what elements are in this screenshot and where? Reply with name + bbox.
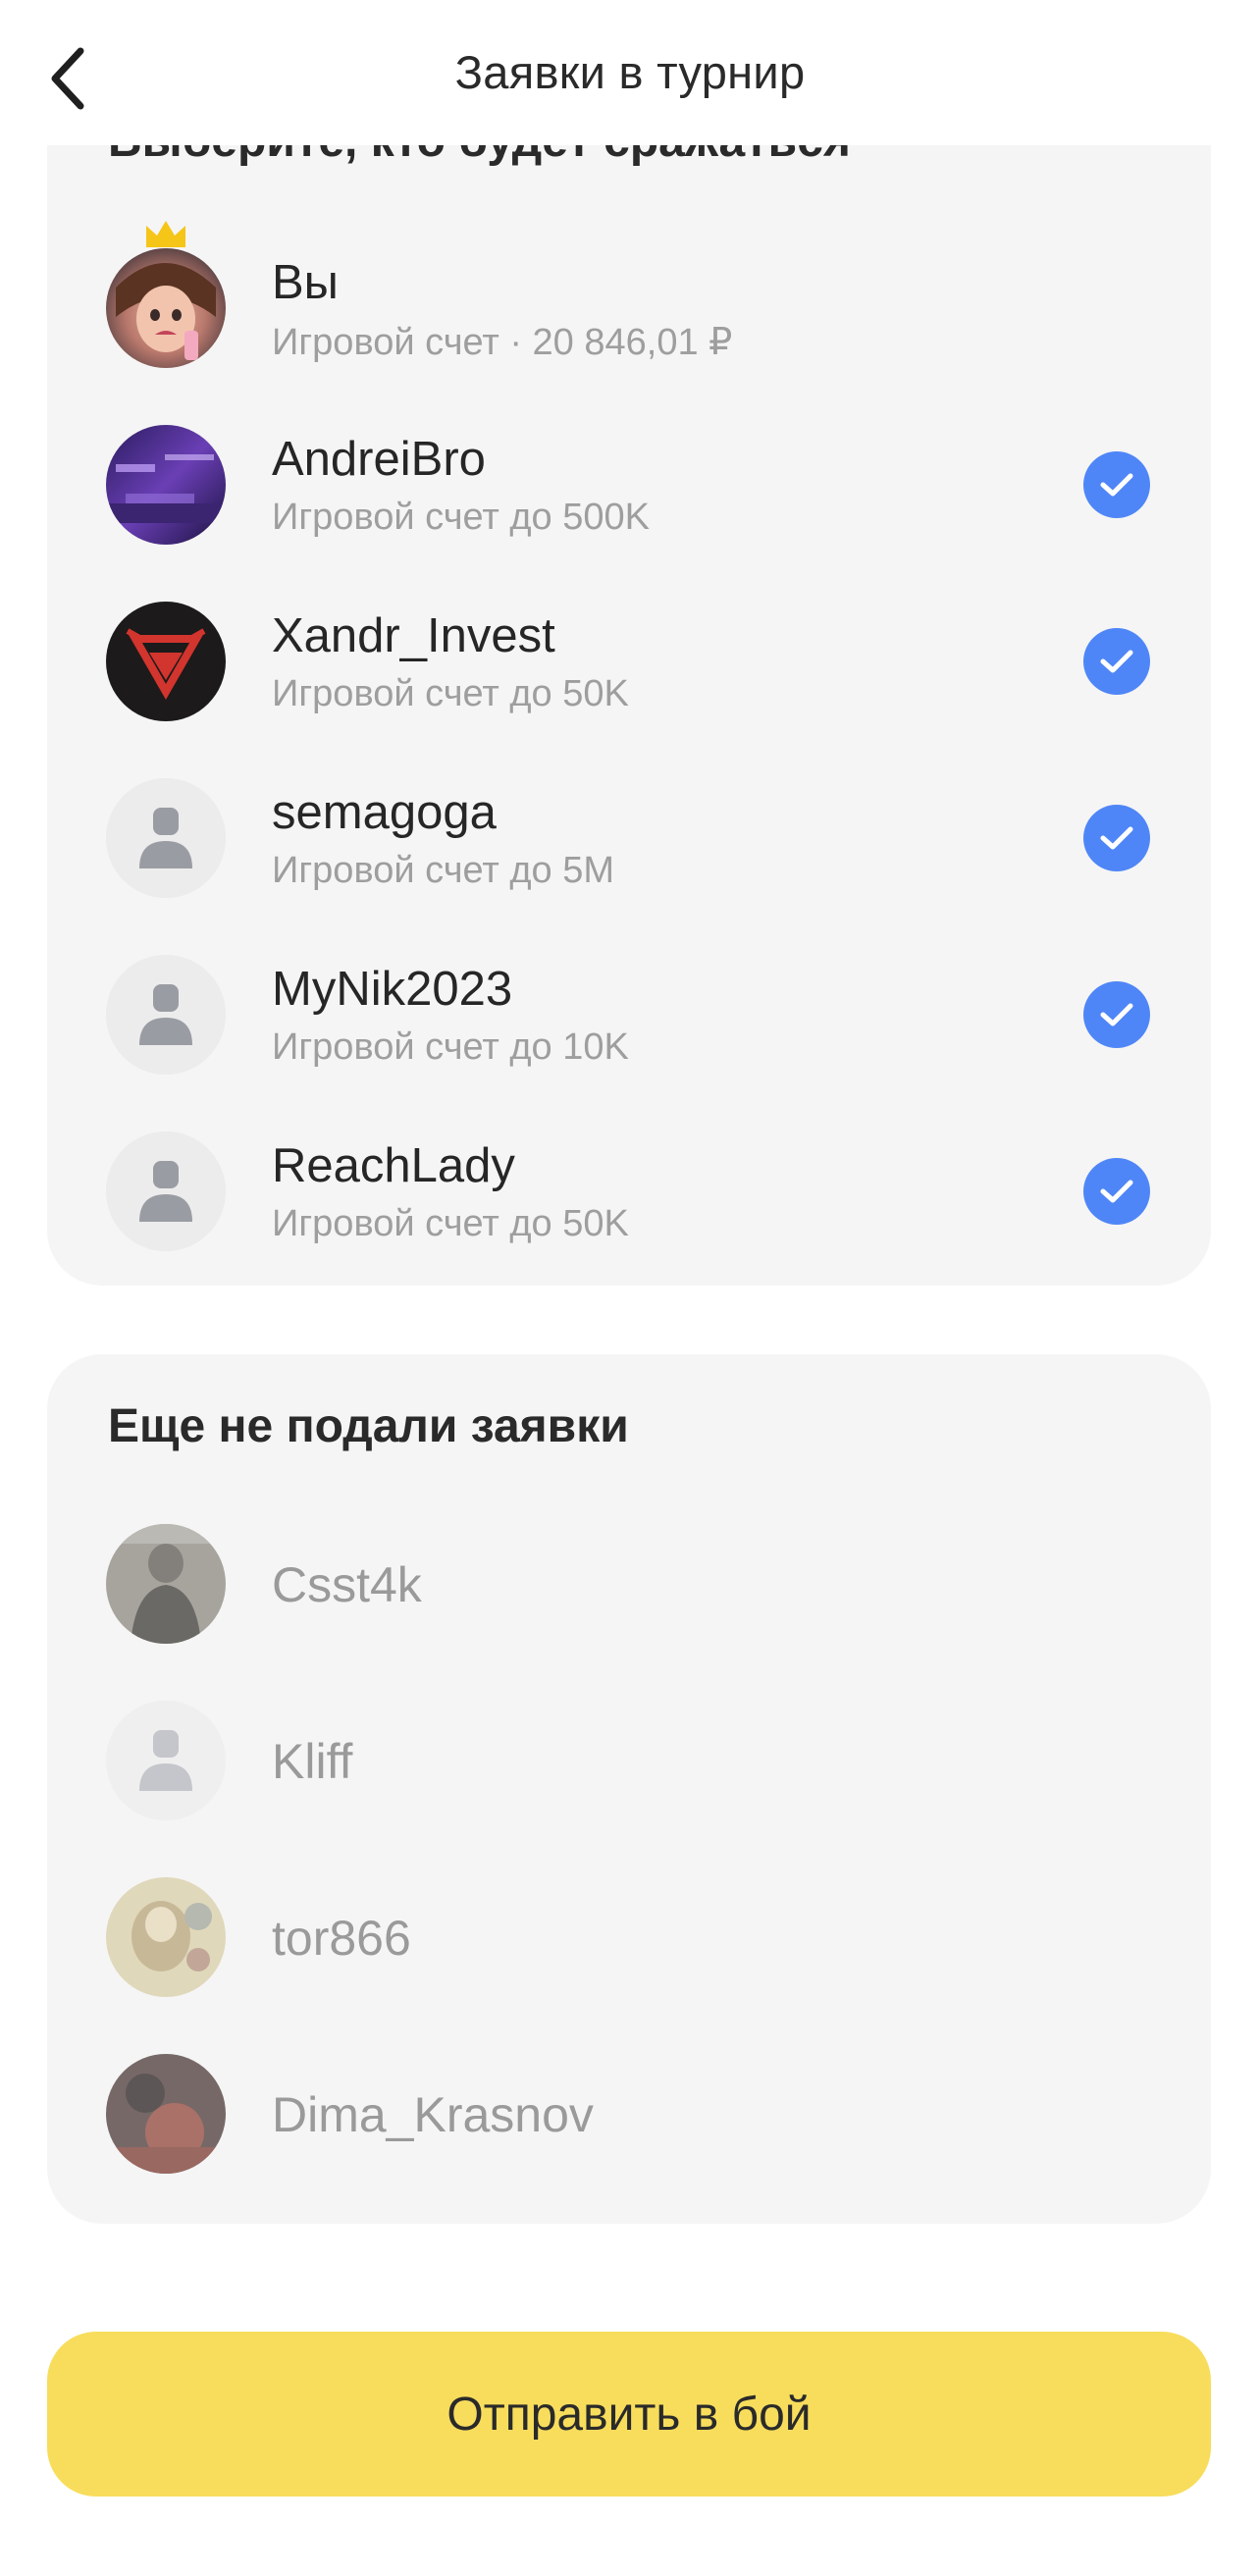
user-placeholder-icon: [106, 955, 226, 1075]
member-account: Игровой счет до 5M: [272, 850, 614, 891]
member-name: semagoga: [272, 786, 497, 839]
member-row[interactable]: MyNik2023 Игровой счет до 10K: [47, 932, 1211, 1099]
user-placeholder-icon: [106, 1701, 226, 1820]
pending-member-row[interactable]: tor866: [47, 1855, 1211, 2022]
avatar: [106, 602, 226, 721]
user-placeholder-icon: [106, 1131, 226, 1251]
member-name: MyNik2023: [272, 963, 513, 1016]
user-placeholder-icon: [106, 778, 226, 898]
member-account: Игровой счет до 10K: [272, 1026, 629, 1068]
crown-icon: [146, 221, 185, 247]
page-title: Заявки в турнир: [454, 46, 806, 98]
header: Заявки в турнир: [0, 0, 1260, 145]
not-applied-heading: Еще не подали заявки: [108, 1400, 629, 1452]
not-applied-card: Еще не подали заявки Csst4k Kliff tor866…: [47, 1354, 1211, 2224]
member-account: Игровой счет до 500K: [272, 497, 650, 538]
avatar: [106, 2054, 226, 2174]
avatar: [106, 1524, 226, 1644]
pending-member-row[interactable]: Dima_Krasnov: [47, 2031, 1211, 2198]
member-row[interactable]: ReachLady Игровой счет до 50K: [47, 1109, 1211, 1276]
member-name: Csst4k: [272, 1557, 422, 1612]
member-account: Игровой счет · 20 846,01 ₽: [272, 322, 733, 363]
member-row-you[interactable]: Вы Игровой счет · 20 846,01 ₽: [47, 221, 1211, 393]
checkmark-circle-icon[interactable]: [1083, 805, 1150, 871]
member-name: Вы: [272, 256, 339, 309]
member-account: Игровой счет до 50K: [272, 673, 629, 714]
member-row[interactable]: semagoga Игровой счет до 5M: [47, 756, 1211, 922]
pending-member-row[interactable]: Csst4k: [47, 1501, 1211, 1668]
member-row[interactable]: AndreiBro Игровой счет до 500K: [47, 402, 1211, 569]
send-to-battle-button[interactable]: Отправить в бой: [47, 2332, 1211, 2497]
checkmark-circle-icon[interactable]: [1083, 981, 1150, 1048]
checkmark-circle-icon[interactable]: [1083, 451, 1150, 518]
member-name: Xandr_Invest: [272, 609, 555, 662]
avatar: [106, 425, 226, 545]
member-row[interactable]: Xandr_Invest Игровой счет до 50K: [47, 579, 1211, 746]
checkmark-circle-icon[interactable]: [1083, 1158, 1150, 1225]
pending-member-row[interactable]: Kliff: [47, 1678, 1211, 1845]
avatar: [106, 1877, 226, 1997]
applied-members-card: Выберите, кто будет сражаться: [47, 59, 1211, 1286]
member-name: Kliff: [272, 1734, 353, 1789]
member-name: AndreiBro: [272, 433, 486, 486]
checkmark-circle-icon[interactable]: [1083, 628, 1150, 695]
member-name: tor866: [272, 1911, 411, 1966]
avatar: [106, 248, 226, 368]
member-name: ReachLady: [272, 1139, 515, 1192]
member-account: Игровой счет до 50K: [272, 1203, 629, 1244]
member-name: Dima_Krasnov: [272, 2087, 594, 2142]
